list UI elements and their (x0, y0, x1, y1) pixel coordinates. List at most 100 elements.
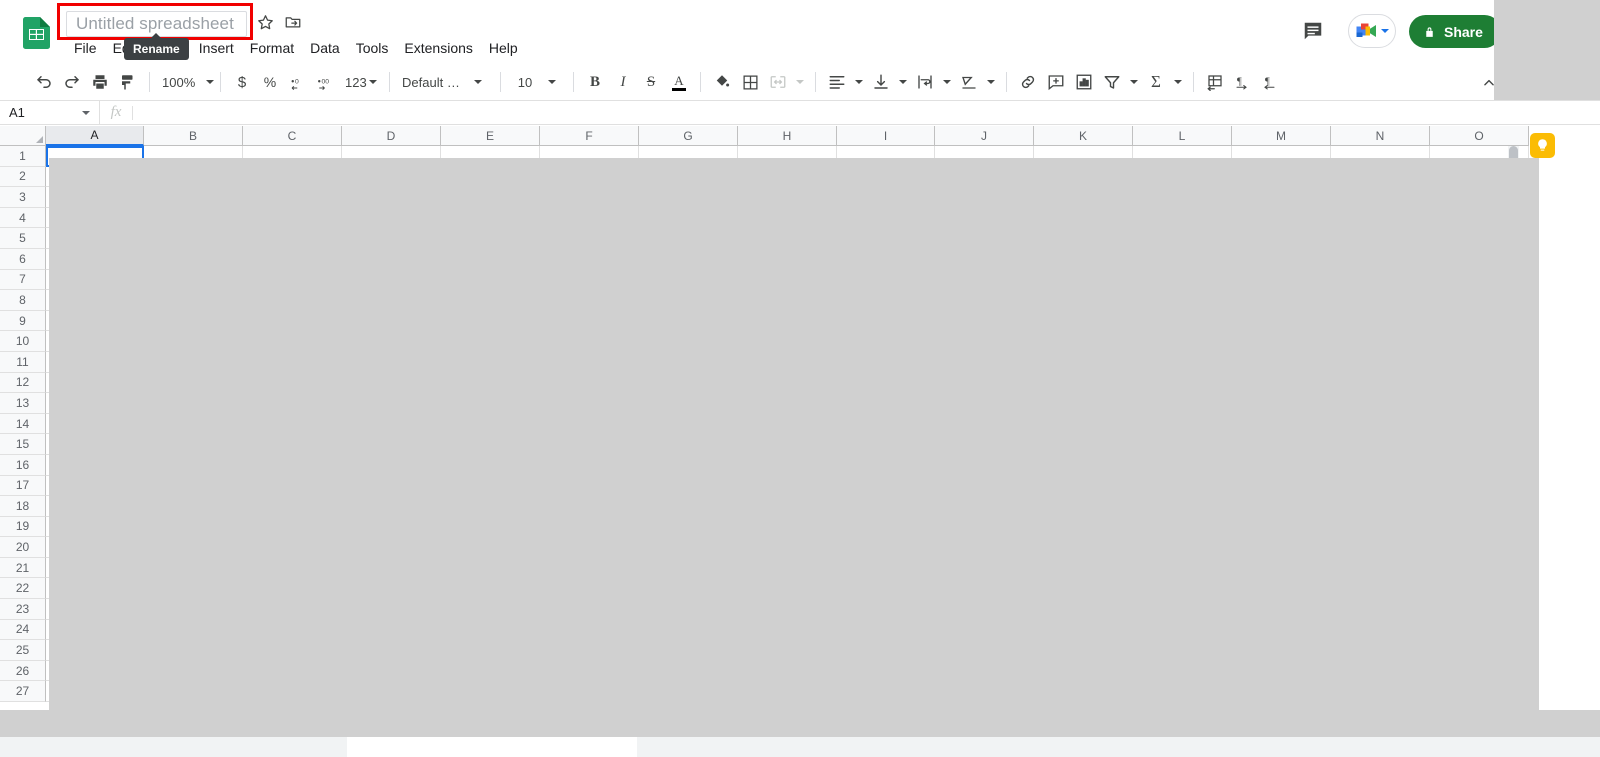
horizontal-align-dropdown[interactable] (851, 68, 867, 96)
column-header-l[interactable]: L (1133, 126, 1232, 146)
percent-format-button[interactable]: % (256, 68, 284, 96)
zoom-selector[interactable]: 100% (157, 69, 215, 95)
left-to-right-button[interactable]: ¶ (1229, 68, 1257, 96)
row-header-18[interactable]: 18 (0, 496, 46, 517)
row-header-1[interactable]: 1 (0, 146, 46, 167)
decrease-decimal-button[interactable]: 0 (284, 68, 312, 96)
column-header-k[interactable]: K (1034, 126, 1133, 146)
column-header-d[interactable]: D (342, 126, 441, 146)
menu-item-extensions[interactable]: Extensions (396, 38, 480, 58)
text-color-button[interactable]: A (665, 68, 693, 96)
row-header-2[interactable]: 2 (0, 166, 46, 188)
paint-format-button[interactable] (114, 68, 142, 96)
row-header-4[interactable]: 4 (0, 207, 46, 229)
formula-input[interactable] (133, 101, 1600, 125)
top-bar: Untitled spreadsheet File Edit View Inse… (0, 0, 1600, 64)
fill-color-button[interactable] (708, 68, 736, 96)
column-header-m[interactable]: M (1232, 126, 1331, 146)
row-header-25[interactable]: 25 (0, 640, 46, 661)
row-header-20[interactable]: 20 (0, 537, 46, 558)
row-header-22[interactable]: 22 (0, 578, 46, 600)
row-header-10[interactable]: 10 (0, 331, 46, 352)
comment-history-icon[interactable] (1302, 20, 1324, 42)
row-header-11[interactable]: 11 (0, 351, 46, 373)
menu-item-file[interactable]: File (66, 38, 105, 58)
font-family-selector[interactable]: Default (Ari... (397, 69, 493, 95)
italic-button[interactable]: I (609, 68, 637, 96)
column-header-e[interactable]: E (441, 126, 540, 146)
freeze-button[interactable] (1201, 68, 1229, 96)
text-wrapping-dropdown[interactable] (939, 68, 955, 96)
vertical-align-button[interactable] (867, 68, 895, 96)
font-size-selector[interactable]: 10 (508, 69, 566, 95)
menu-item-insert[interactable]: Insert (191, 38, 242, 58)
toolbar-divider (1006, 72, 1007, 92)
column-header-j[interactable]: J (935, 126, 1034, 146)
horizontal-align-button[interactable] (823, 68, 851, 96)
row-header-26[interactable]: 26 (0, 660, 46, 682)
row-header-16[interactable]: 16 (0, 454, 46, 476)
row-header-12[interactable]: 12 (0, 372, 46, 394)
menu-item-format[interactable]: Format (242, 38, 302, 58)
sheets-logo-icon[interactable] (23, 17, 50, 49)
undo-button[interactable] (30, 68, 58, 96)
merge-cells-button[interactable] (764, 68, 792, 96)
vertical-align-dropdown[interactable] (895, 68, 911, 96)
fx-icon: fx (110, 104, 122, 120)
insert-comment-button[interactable] (1042, 68, 1070, 96)
row-header-17[interactable]: 17 (0, 475, 46, 497)
name-box[interactable]: A1 (0, 100, 100, 125)
print-button[interactable] (86, 68, 114, 96)
row-header-27[interactable]: 27 (0, 681, 46, 703)
row-header-3[interactable]: 3 (0, 187, 46, 208)
select-all-corner[interactable] (0, 126, 46, 146)
text-rotation-button[interactable] (955, 68, 983, 96)
row-header-15[interactable]: 15 (0, 434, 46, 455)
bold-button[interactable]: B (581, 68, 609, 96)
google-meet-button[interactable] (1348, 14, 1396, 48)
column-header-i[interactable]: I (837, 126, 935, 146)
explore-lightbulb-icon[interactable] (1530, 133, 1555, 158)
row-header-8[interactable]: 8 (0, 290, 46, 311)
number-format-selector[interactable]: 123 (340, 69, 382, 95)
strikethrough-button[interactable]: S (637, 68, 665, 96)
row-header-23[interactable]: 23 (0, 599, 46, 620)
column-header-h[interactable]: H (738, 126, 837, 146)
column-header-b[interactable]: B (144, 126, 243, 146)
text-rotation-dropdown[interactable] (983, 68, 999, 96)
borders-button[interactable] (736, 68, 764, 96)
row-header-21[interactable]: 21 (0, 557, 46, 579)
row-header-24[interactable]: 24 (0, 619, 46, 641)
menu-item-help[interactable]: Help (481, 38, 526, 58)
create-filter-button[interactable] (1098, 68, 1126, 96)
menu-item-tools[interactable]: Tools (348, 38, 397, 58)
right-to-left-button[interactable]: ¶ (1257, 68, 1285, 96)
text-wrapping-button[interactable] (911, 68, 939, 96)
column-header-g[interactable]: G (639, 126, 738, 146)
move-to-folder-icon[interactable] (281, 10, 305, 34)
row-header-7[interactable]: 7 (0, 269, 46, 291)
column-header-n[interactable]: N (1331, 126, 1430, 146)
column-header-c[interactable]: C (243, 126, 342, 146)
menu-item-data[interactable]: Data (302, 38, 348, 58)
increase-decimal-button[interactable]: 00 (312, 68, 340, 96)
insert-link-button[interactable] (1014, 68, 1042, 96)
row-header-5[interactable]: 5 (0, 228, 46, 249)
row-header-6[interactable]: 6 (0, 248, 46, 270)
row-header-13[interactable]: 13 (0, 393, 46, 414)
column-header-o[interactable]: O (1430, 126, 1529, 146)
column-header-a[interactable]: A (46, 126, 144, 146)
insert-chart-button[interactable] (1070, 68, 1098, 96)
functions-button[interactable]: Σ (1142, 68, 1170, 96)
merge-cells-dropdown[interactable] (792, 68, 808, 96)
functions-dropdown[interactable] (1170, 68, 1186, 96)
share-button[interactable]: Share (1409, 15, 1501, 48)
row-header-14[interactable]: 14 (0, 413, 46, 435)
column-header-f[interactable]: F (540, 126, 639, 146)
currency-format-button[interactable]: $ (228, 68, 256, 96)
redo-button[interactable] (58, 68, 86, 96)
star-icon[interactable] (253, 10, 277, 34)
filter-dropdown[interactable] (1126, 68, 1142, 96)
row-header-9[interactable]: 9 (0, 310, 46, 332)
row-header-19[interactable]: 19 (0, 516, 46, 538)
